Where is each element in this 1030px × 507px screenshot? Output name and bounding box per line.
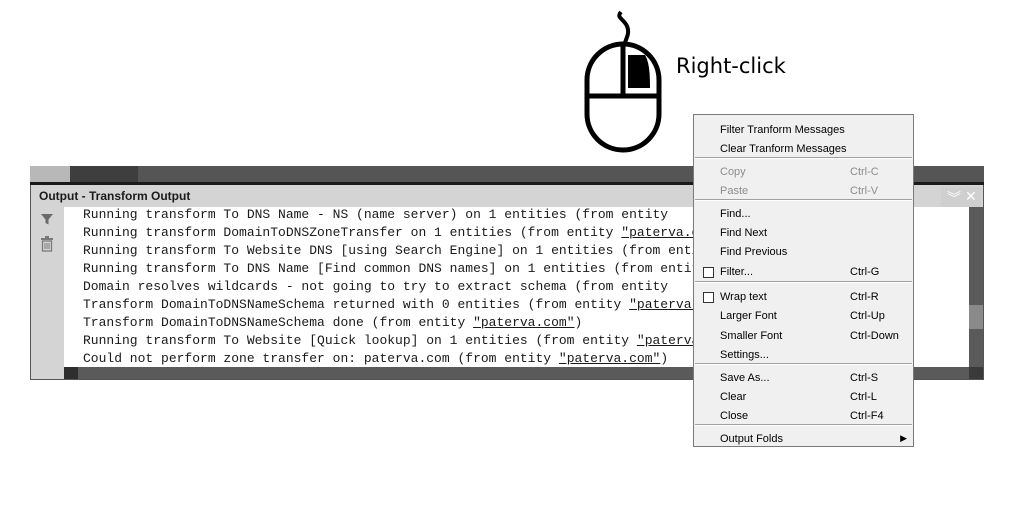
menu-item-shortcut: Ctrl-V [850,185,879,197]
window-title: Output - Transform Output [39,189,191,203]
menu-item-label: Settings... [720,349,769,361]
menu-item-find-previous[interactable]: Find Previous [694,243,913,262]
menu-item-shortcut: Ctrl-Up [850,310,885,322]
entity-link[interactable]: "paterva.com" [559,351,660,366]
menu-item-label: Close [720,410,749,422]
entity-link[interactable]: "paterva.com" [473,315,574,330]
menu-item-shortcut: Ctrl-Down [850,330,899,342]
output-text: ) [660,351,669,366]
vertical-scroll-thumb[interactable] [969,305,983,329]
vertical-scrollbar[interactable] [969,207,983,367]
output-toolbar [31,207,64,367]
output-line: Domain resolves wildcards - not going to… [83,278,676,296]
right-click-caption: Right-click [676,54,786,78]
menu-item-clear[interactable]: Clear Ctrl-L [694,388,913,407]
output-text: Running transform DomainToDNSZoneTransfe… [83,225,622,240]
output-text: ) [574,315,583,330]
output-line: Could not perform zone transfer on: pate… [83,350,668,367]
output-text: Running transform To Website [Quick look… [83,333,637,348]
chevron-double-down-icon[interactable]: ︾ [947,188,961,208]
menu-item-shortcut: Ctrl-R [850,291,879,303]
output-text: Running transform To DNS Name [Find comm… [83,261,715,276]
output-line: Transform DomainToDNSNameSchema done (fr… [83,314,582,332]
menu-item-close[interactable]: Close Ctrl-F4 [694,407,913,426]
menu-item-label: Filter... [720,266,754,278]
menu-item-find[interactable]: Find... [694,205,913,224]
menu-item-shortcut: Ctrl-L [850,391,877,403]
output-text: Could not perform zone transfer on: pate… [83,351,559,366]
menu-item-label: Output Folds [720,433,783,445]
menu-item-settings[interactable]: Settings... [694,346,913,365]
output-text: Domain resolves wildcards - not going to… [83,279,676,294]
menu-item-filter-tranform-messages[interactable]: Filter Tranform Messages [694,121,913,140]
output-line: Running transform DomainToDNSZoneTransfe… [83,224,731,242]
menu-item-find-next[interactable]: Find Next [694,224,913,243]
menu-item-label: Paste [720,185,749,197]
output-line: Transform DomainToDNSNameSchema returned… [83,296,738,314]
output-text: Transform DomainToDNSNameSchema returned… [83,297,630,312]
output-line: Running transform To DNS Name [Find comm… [83,260,715,278]
menu-item-label: Smaller Font [720,330,783,342]
menu-item-label: Larger Font [720,310,777,322]
menu-item-smaller-font[interactable]: Smaller Font Ctrl-Down [694,327,913,346]
context-menu: Filter Tranform Messages Clear Tranform M… [693,114,914,447]
mouse-right-click-icon [584,10,662,153]
menu-checkbox[interactable] [703,267,714,278]
submenu-arrow-icon: ▶ [900,433,907,443]
menu-item-shortcut: Ctrl-C [850,166,879,178]
filter-icon[interactable] [40,212,54,226]
output-line: Running transform To Website [Quick look… [83,332,746,350]
horizontal-scroll-thumb[interactable] [64,367,78,379]
output-line: Running transform To Website DNS [using … [83,242,723,260]
menu-item-label: Filter Tranform Messages [720,124,845,136]
trash-icon[interactable] [40,236,54,252]
output-text: Running transform To DNS Name - NS (name… [83,207,676,222]
menu-item-label: Find Previous [720,246,788,258]
menu-item-label: Wrap text [720,291,767,303]
menu-item-label: Clear Tranform Messages [720,143,847,155]
menu-item-label: Copy [720,166,746,178]
menu-item-clear-tranform-messages[interactable]: Clear Tranform Messages [694,140,913,159]
scroll-track-left [30,166,70,182]
window-controls: ︾ ✕ [941,187,981,207]
menu-item-output-folds[interactable]: Output Folds ▶ [694,430,913,449]
menu-item-wrap-text[interactable]: Wrap text Ctrl-R [694,288,913,307]
menu-item-shortcut: Ctrl-S [850,372,879,384]
menu-item-paste: Paste Ctrl-V [694,182,913,201]
close-icon[interactable]: ✕ [965,188,977,205]
menu-item-label: Clear [720,391,747,403]
menu-item-label: Find... [720,208,751,220]
menu-item-save-as[interactable]: Save As... Ctrl-S [694,369,913,388]
output-line: Running transform To DNS Name - NS (name… [83,207,676,224]
menu-item-copy: Copy Ctrl-C [694,163,913,182]
menu-item-shortcut: Ctrl-F4 [850,410,884,422]
menu-item-larger-font[interactable]: Larger Font Ctrl-Up [694,307,913,326]
output-text: Transform DomainToDNSNameSchema done (fr… [83,315,474,330]
menu-item-filter[interactable]: Filter... Ctrl-G [694,263,913,282]
menu-item-label: Find Next [720,227,768,239]
menu-item-label: Save As... [720,372,770,384]
output-text: Running transform To Website DNS [using … [83,243,723,258]
scroll-thumb[interactable] [70,166,138,182]
scroll-corner [969,367,983,379]
menu-checkbox[interactable] [703,292,714,303]
menu-item-shortcut: Ctrl-G [850,266,880,278]
